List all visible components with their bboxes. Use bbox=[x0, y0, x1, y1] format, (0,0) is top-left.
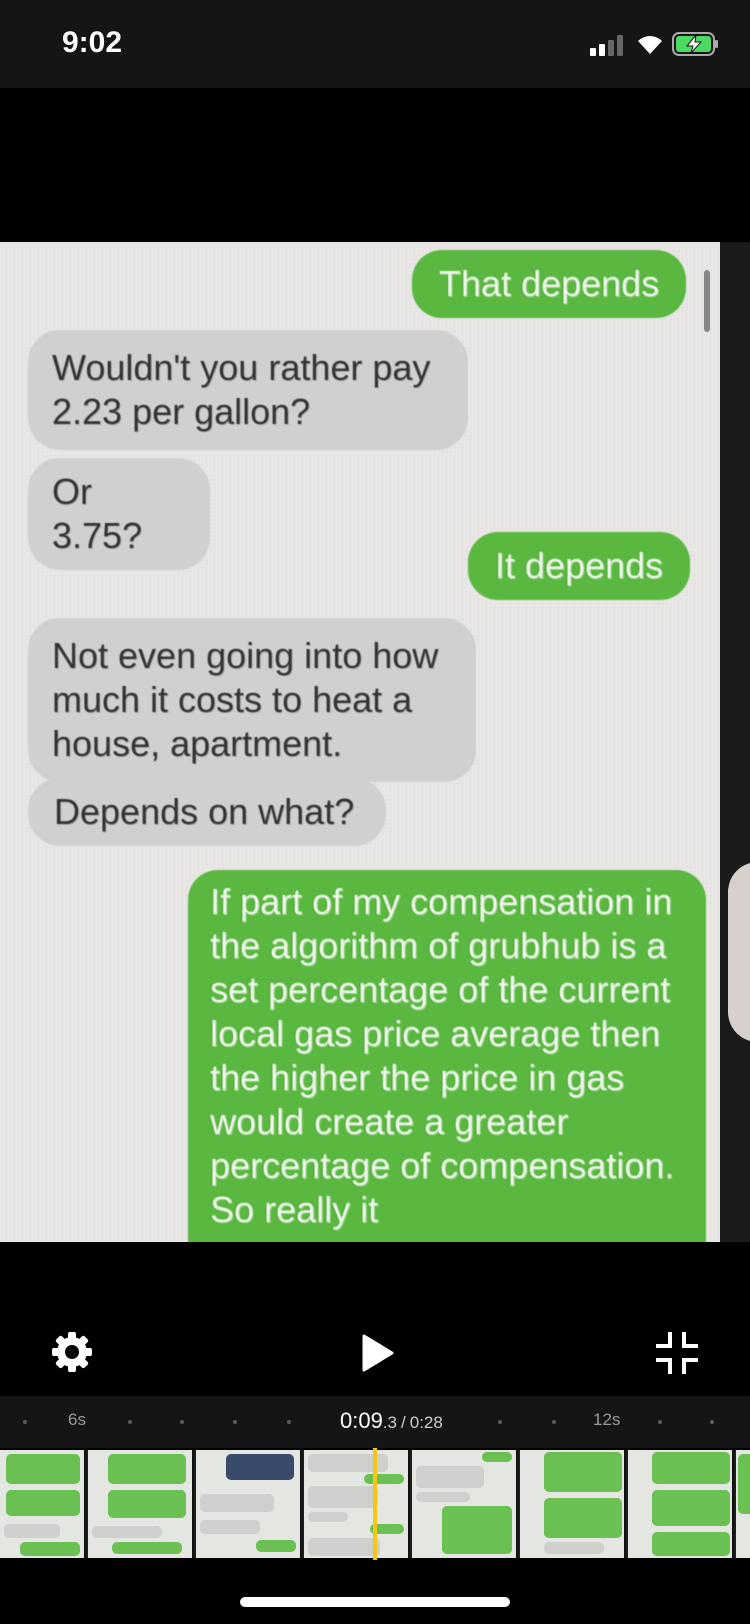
message-bubble-outgoing: That depends bbox=[412, 250, 686, 318]
frame-thumbnail bbox=[0, 1450, 86, 1558]
current-time-fraction: .3 bbox=[382, 1413, 398, 1432]
timeline-tick bbox=[23, 1420, 27, 1424]
phone-edge bbox=[720, 242, 750, 1242]
total-duration: 0:28 bbox=[409, 1413, 443, 1432]
timeline-tick bbox=[128, 1420, 132, 1424]
message-bubble-incoming: Depends on what? bbox=[28, 778, 386, 846]
frame-thumbnail bbox=[304, 1450, 410, 1558]
message-bubble-outgoing: It depends bbox=[468, 532, 690, 600]
timeline-tick bbox=[658, 1420, 662, 1424]
timeline-marker-12s: 12s bbox=[593, 1410, 621, 1429]
playhead[interactable] bbox=[373, 1448, 377, 1560]
time-readout: 0:09.3/0:28 bbox=[340, 1408, 443, 1434]
status-bar: 9:02 bbox=[0, 0, 750, 88]
frame-thumbnail bbox=[520, 1450, 626, 1558]
play-icon[interactable] bbox=[360, 1333, 396, 1373]
message-bubble-incoming: Or 3.75? bbox=[28, 458, 210, 570]
message-bubble-incoming: Wouldn't you rather pay 2.23 per gallon? bbox=[28, 330, 468, 450]
timeline-tick bbox=[180, 1420, 184, 1424]
wifi-icon bbox=[638, 36, 662, 54]
battery-charging-icon bbox=[672, 32, 718, 56]
signal-icon bbox=[590, 34, 626, 56]
timeline-tick bbox=[233, 1420, 237, 1424]
home-indicator[interactable] bbox=[240, 1597, 510, 1607]
timeline-tick bbox=[710, 1420, 714, 1424]
frame-thumbnail bbox=[196, 1450, 302, 1558]
timeline-marker-6s: 6s bbox=[68, 1410, 86, 1429]
message-bubble-incoming: Not even going into how much it costs to… bbox=[28, 618, 476, 782]
timeline-tick bbox=[287, 1420, 291, 1424]
frame-thumbnail bbox=[88, 1450, 194, 1558]
settings-gear-icon[interactable] bbox=[50, 1330, 94, 1374]
frame-thumbnail bbox=[628, 1450, 734, 1558]
video-frame[interactable]: That depends Wouldn't you rather pay 2.2… bbox=[0, 242, 750, 1242]
frame-thumbnail bbox=[736, 1450, 750, 1558]
scroll-indicator bbox=[704, 270, 710, 332]
current-time: 0:09 bbox=[340, 1408, 383, 1433]
exit-fullscreen-icon[interactable] bbox=[656, 1332, 698, 1374]
hand bbox=[728, 862, 750, 1042]
status-time: 9:02 bbox=[62, 26, 123, 59]
message-bubble-outgoing: If part of my compensation in the algori… bbox=[188, 870, 706, 1242]
timeline-tick bbox=[552, 1420, 556, 1424]
frame-thumbnail bbox=[412, 1450, 518, 1558]
timeline-tick bbox=[498, 1420, 502, 1424]
time-separator: / bbox=[401, 1413, 406, 1432]
